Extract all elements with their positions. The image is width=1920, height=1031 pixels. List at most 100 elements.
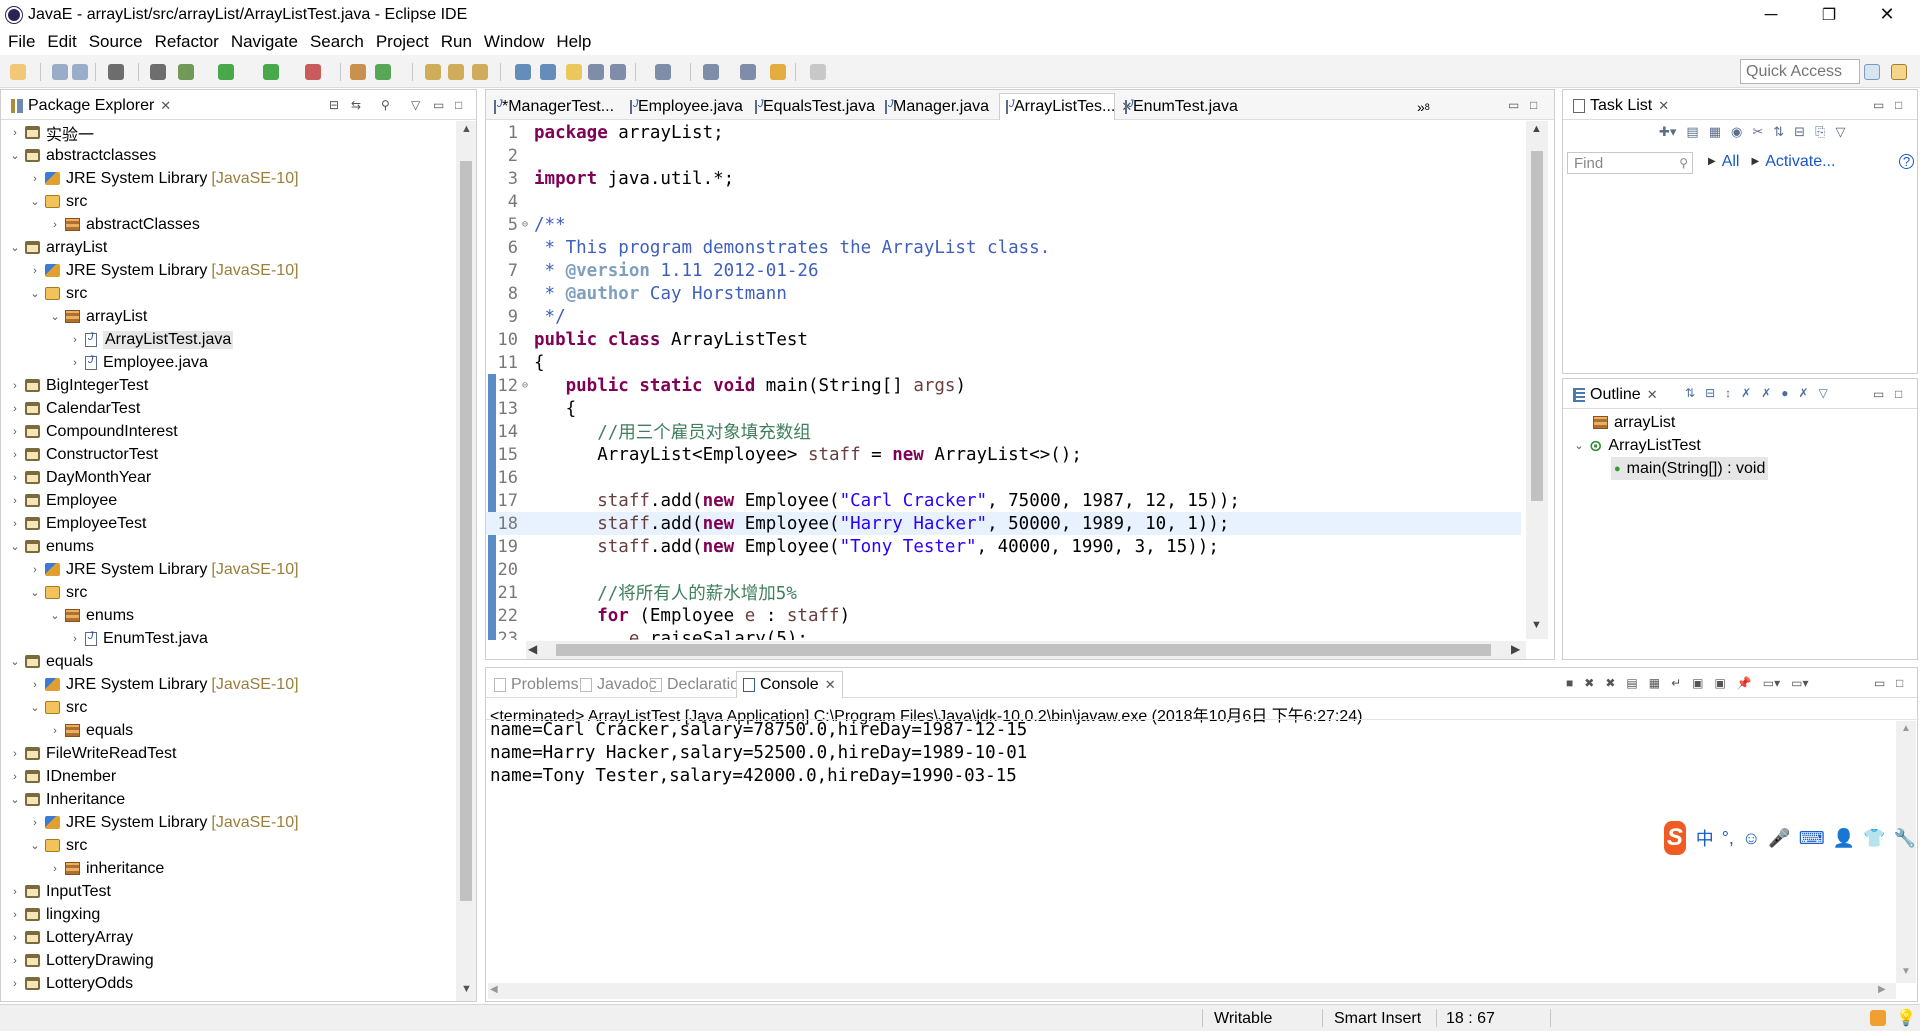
block-select-icon[interactable] xyxy=(588,64,604,80)
maximize-view-icon[interactable]: □ xyxy=(1895,387,1902,401)
tree-item[interactable]: › abstractClasses xyxy=(1,213,200,236)
tree-item[interactable]: ⌄ enums xyxy=(1,535,94,558)
remove-all-icon[interactable]: ✖ xyxy=(1605,676,1615,690)
sync-icon[interactable]: ⇅ xyxy=(1773,124,1784,140)
tree-item[interactable]: › CompoundInterest xyxy=(1,420,177,443)
keyboard-icon[interactable]: ⌨ xyxy=(1799,828,1825,849)
collapse-icon[interactable]: ⊟ xyxy=(1705,386,1715,400)
tree-item[interactable]: › LotteryOdds xyxy=(1,972,133,995)
fold-toggle-icon[interactable]: ⊖ xyxy=(522,219,534,230)
editor-hscrollbar[interactable]: ◀ ▶ xyxy=(526,641,1526,659)
chevron-right-icon[interactable]: › xyxy=(9,518,21,530)
package-explorer-scrollbar[interactable]: ▲ ▼ xyxy=(456,121,476,1001)
show-whitespace-icon[interactable] xyxy=(610,64,626,80)
chevron-right-icon[interactable]: › xyxy=(9,955,21,967)
filter-icon[interactable]: ⚲ xyxy=(381,98,390,112)
chevron-right-icon[interactable]: › xyxy=(9,932,21,944)
chevron-right-icon[interactable]: › xyxy=(69,633,81,645)
outline-item-method[interactable]: ● main(String[]) : void xyxy=(1611,457,1769,480)
code-line[interactable]: 8 * @author Cay Horstmann xyxy=(486,282,1521,305)
code-line[interactable]: 20 xyxy=(486,558,1521,581)
tree-item[interactable]: › JRE System Library [JavaSE-10] xyxy=(1,167,298,190)
tree-item[interactable]: › JRE System Library [JavaSE-10] xyxy=(1,558,298,581)
tree-item[interactable]: › ConstructorTest xyxy=(1,443,158,466)
view-menu-icon[interactable]: ▽ xyxy=(1819,386,1828,400)
view-menu-icon[interactable]: ▽ xyxy=(411,98,420,112)
menu-help[interactable]: Help xyxy=(550,32,597,52)
code-line[interactable]: 11 { xyxy=(486,351,1521,374)
minimize-view-icon[interactable]: ▭ xyxy=(1873,98,1884,112)
save-icon[interactable] xyxy=(52,64,68,80)
editor-tab[interactable]: *ManagerTest... xyxy=(488,93,618,120)
toggle-mark-icon[interactable] xyxy=(515,64,531,80)
punctuation-toggle[interactable]: °, xyxy=(1722,828,1734,849)
code-line[interactable]: 9 */ xyxy=(486,305,1521,328)
all-link[interactable]: All xyxy=(1722,153,1740,171)
hide-static-icon[interactable]: ✗ xyxy=(1761,386,1771,400)
code-line[interactable]: 14 //用三个雇员对象填充数组 xyxy=(486,420,1521,444)
tree-item[interactable]: › CalendarTest xyxy=(1,397,140,420)
code-line[interactable]: 3 import java.util.*; xyxy=(486,167,1521,190)
code-line[interactable]: 10 public class ArrayListTest xyxy=(486,328,1521,351)
code-line[interactable]: 4 xyxy=(486,190,1521,213)
tree-item[interactable]: › IDnember xyxy=(1,765,116,788)
code-line[interactable]: 21 //将所有人的薪水增加5% xyxy=(486,581,1521,605)
code-line[interactable]: 6 * This program demonstrates the ArrayL… xyxy=(486,236,1521,259)
microphone-icon[interactable]: 🎤 xyxy=(1768,828,1790,849)
tree-item[interactable]: ⌄ arrayList xyxy=(1,236,107,259)
tree-item[interactable]: ⌄ src xyxy=(1,190,87,213)
scroll-up-icon[interactable]: ▲ xyxy=(1531,123,1542,135)
scroll-up-icon[interactable]: ▲ xyxy=(1901,723,1911,734)
open-task-icon[interactable] xyxy=(448,64,464,80)
tree-item[interactable]: › LotteryArray xyxy=(1,926,133,949)
open-type-icon[interactable] xyxy=(425,64,441,80)
search-icon[interactable] xyxy=(472,64,488,80)
sort-icon[interactable]: ⇅ xyxy=(1685,386,1695,400)
sort-az-icon[interactable]: ↕ xyxy=(1725,386,1731,400)
tree-item[interactable]: › Employee xyxy=(1,489,117,512)
collapse-icon[interactable]: ⊟ xyxy=(1794,124,1805,140)
tab-problems[interactable]: Problems xyxy=(488,671,585,698)
scroll-up-icon[interactable]: ▲ xyxy=(461,123,472,135)
tree-item[interactable]: › LotteryDrawing xyxy=(1,949,153,972)
link-editor-icon[interactable]: ⇆ xyxy=(351,98,361,112)
tree-item[interactable]: › EnumTest.java xyxy=(1,627,208,650)
coverage-icon[interactable] xyxy=(305,64,321,80)
chevron-right-icon[interactable]: › xyxy=(29,173,41,185)
hscrollbar-thumb[interactable] xyxy=(556,644,1491,656)
editor-tab[interactable]: ArrayListTes...✕ xyxy=(999,93,1132,120)
chevron-down-icon[interactable]: ⌄ xyxy=(9,241,21,254)
editor-tab[interactable]: EqualsTest.java xyxy=(749,93,875,120)
code-line[interactable]: 17 staff.add(new Employee("Carl Cracker"… xyxy=(486,489,1521,512)
editor-vscrollbar[interactable]: ▲ ▼ xyxy=(1526,121,1548,639)
clear-console-icon[interactable]: ▤ xyxy=(1626,676,1637,690)
help-icon[interactable]: ? xyxy=(1899,154,1914,169)
chevron-right-icon[interactable]: › xyxy=(69,357,81,369)
tip-lightbulb-icon[interactable]: 💡 xyxy=(1896,1008,1916,1028)
chevron-right-icon[interactable]: › xyxy=(9,495,21,507)
minimize-view-icon[interactable]: ▭ xyxy=(1873,387,1884,401)
open-console-icon[interactable]: ▭▾ xyxy=(1791,676,1808,690)
new-task-icon[interactable]: ✚▾ xyxy=(1659,124,1676,140)
chevron-down-icon[interactable]: ⌄ xyxy=(29,839,41,852)
tab-console[interactable]: Console ✕ xyxy=(736,671,843,698)
close-icon[interactable]: ✕ xyxy=(1647,387,1658,403)
menu-navigate[interactable]: Navigate xyxy=(225,32,304,52)
new-java-package-icon[interactable] xyxy=(350,64,366,80)
chevron-down-icon[interactable]: ⌄ xyxy=(1573,439,1585,452)
show-stdout-icon[interactable]: ▣ xyxy=(1692,676,1703,690)
activate-link[interactable]: Activate... xyxy=(1765,153,1835,171)
tree-item[interactable]: ⌄ equals xyxy=(1,650,93,673)
tree-item[interactable]: › BigIntegerTest xyxy=(1,374,148,397)
tree-item[interactable]: › 实验一 xyxy=(1,121,94,144)
word-wrap-icon[interactable]: ↵ xyxy=(1671,676,1681,690)
toggle-breadcrumb-icon[interactable] xyxy=(540,64,556,80)
back-icon[interactable] xyxy=(770,64,786,80)
tree-item[interactable]: ⌄ src xyxy=(1,834,87,857)
rss-icon[interactable] xyxy=(1870,1010,1886,1026)
chevron-right-icon[interactable]: › xyxy=(9,978,21,990)
scroll-down-icon[interactable]: ▼ xyxy=(1531,619,1542,631)
tree-item[interactable]: › lingxing xyxy=(1,903,100,926)
tab-overflow[interactable]: » 8 xyxy=(1411,93,1436,120)
chevron-right-icon[interactable]: › xyxy=(9,380,21,392)
